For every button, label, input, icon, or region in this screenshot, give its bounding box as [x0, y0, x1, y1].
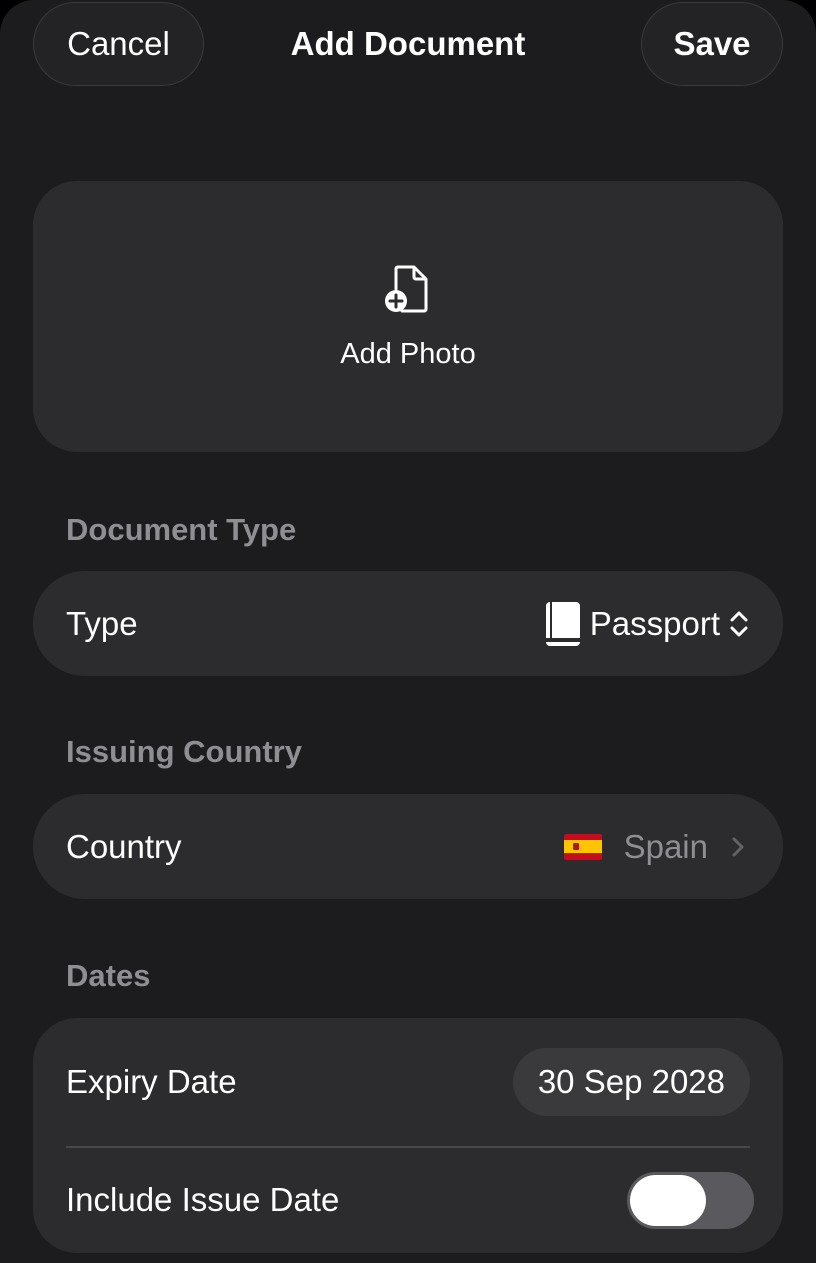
up-down-chevron-icon	[730, 611, 748, 636]
chevron-right-icon	[732, 837, 744, 856]
type-row[interactable]: Type Passport	[33, 571, 783, 676]
save-button[interactable]: Save	[641, 2, 783, 86]
expiry-date-label: Expiry Date	[66, 1063, 237, 1100]
add-document-sheet: Cancel Add Document Save Add Photo Docum…	[0, 0, 816, 1263]
country-label: Country	[66, 827, 182, 865]
section-header-dates: Dates	[66, 958, 151, 993]
spain-flag-icon	[563, 833, 602, 860]
country-value: Spain	[623, 827, 708, 865]
cancel-button-label: Cancel	[67, 25, 170, 62]
type-value: Passport	[589, 604, 720, 642]
dates-card: Expiry Date 30 Sep 2028 Include Issue Da…	[33, 1018, 783, 1253]
section-header-issuing-country: Issuing Country	[66, 734, 302, 769]
save-button-label: Save	[673, 25, 751, 62]
cancel-button[interactable]: Cancel	[33, 2, 204, 86]
section-header-document-type: Document Type	[66, 512, 297, 547]
expiry-date-row: Expiry Date 30 Sep 2028	[33, 1018, 783, 1146]
include-issue-date-label: Include Issue Date	[66, 1181, 340, 1218]
country-picker[interactable]: Spain	[563, 827, 750, 866]
include-issue-date-row: Include Issue Date	[33, 1147, 783, 1253]
add-photo-button[interactable]: Add Photo	[33, 181, 783, 452]
document-plus-icon	[385, 265, 428, 313]
toggle-knob	[630, 1174, 706, 1226]
add-photo-label: Add Photo	[340, 338, 476, 370]
type-label: Type	[66, 604, 138, 642]
include-issue-date-toggle[interactable]	[627, 1171, 754, 1229]
type-picker[interactable]: Passport	[544, 600, 750, 648]
country-row[interactable]: Country Spain	[33, 794, 783, 899]
passport-book-icon	[545, 601, 580, 646]
expiry-date-picker[interactable]: 30 Sep 2028	[512, 1048, 750, 1116]
